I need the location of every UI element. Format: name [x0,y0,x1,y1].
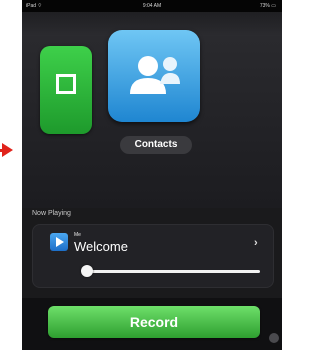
play-icon[interactable] [50,233,68,251]
now-playing-label: Now Playing [32,210,71,217]
red-arrow-icon [2,143,13,157]
status-bar: iPad ⌔ 9:04 AM 73% ▭ [22,0,282,12]
contacts-label[interactable]: Contacts [120,136,192,154]
now-playing-card[interactable] [32,224,274,288]
contacts-app-icon[interactable] [108,30,200,122]
ipad-screen: iPad ⌔ 9:04 AM 73% ▭ Contacts Now Playin… [22,0,282,350]
artist-name: Me [74,232,81,238]
status-battery: 73% ▭ [259,3,276,9]
square-frame-icon [56,74,76,94]
people-icon [130,56,180,94]
status-time: 9:04 AM [142,3,162,9]
chevron-right-icon[interactable]: › [254,237,258,249]
playback-progress-track[interactable] [84,270,260,273]
gear-icon[interactable] [269,333,279,343]
playback-progress-thumb[interactable] [81,265,93,277]
track-title: Welcome [74,239,128,254]
record-button[interactable]: Record [48,306,260,338]
app-tile-green[interactable] [40,46,92,134]
